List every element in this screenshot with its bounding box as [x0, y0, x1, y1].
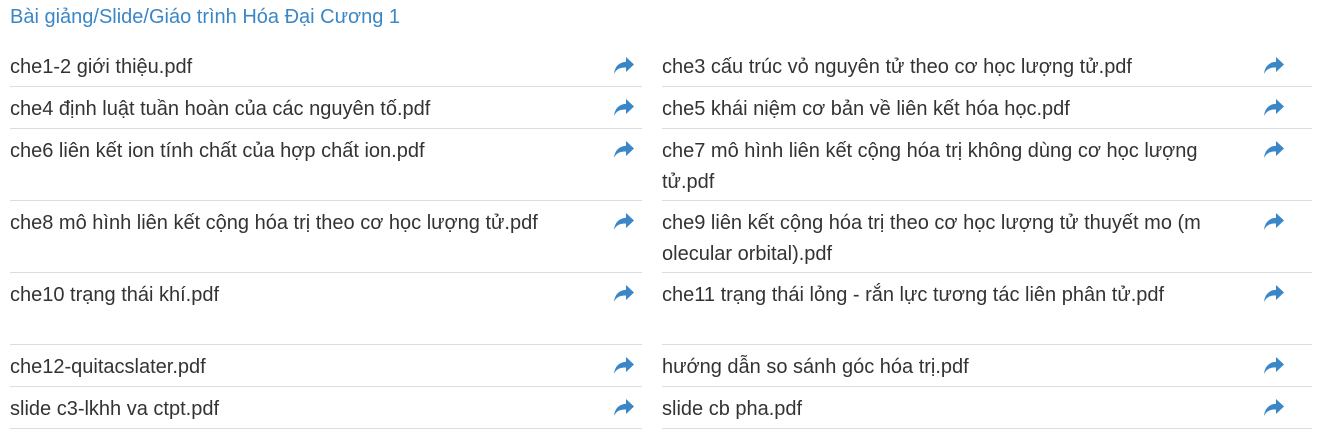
share-arrow-icon[interactable]	[612, 211, 636, 233]
share-arrow-icon[interactable]	[612, 55, 636, 77]
file-name-link[interactable]: slide c3-lkhh va ctpt.pdf	[10, 394, 555, 425]
file-row[interactable]: che1-2 giới thiệu.pdf	[10, 45, 642, 87]
file-list: che1-2 giới thiệu.pdf che3 cấu trúc vỏ ng…	[0, 0, 1322, 438]
file-row[interactable]: che11 trạng thái lỏng - rắn lực tương tá…	[662, 273, 1312, 345]
file-name-link[interactable]: che10 trạng thái khí.pdf	[10, 280, 555, 311]
file-name-link[interactable]: che7 mô hình liên kết cộng hóa trị không…	[662, 136, 1207, 198]
file-row[interactable]: che6 liên kết ion tính chất của hợp chất…	[10, 129, 642, 201]
file-row[interactable]: che12-quitacslater.pdf	[10, 345, 642, 387]
share-arrow-icon[interactable]	[1262, 55, 1286, 77]
file-name-link[interactable]: slide cb pha.pdf	[662, 394, 1207, 425]
file-row[interactable]: che5 khái niệm cơ bản về liên kết hóa họ…	[662, 87, 1312, 129]
share-arrow-icon[interactable]	[612, 283, 636, 305]
share-arrow-icon[interactable]	[1262, 397, 1286, 419]
file-row[interactable]: slide c3-lkhh va ctpt.pdf	[10, 387, 642, 429]
file-name-link[interactable]: che11 trạng thái lỏng - rắn lực tương tá…	[662, 280, 1207, 311]
share-arrow-icon[interactable]	[1262, 283, 1286, 305]
file-row[interactable]: che4 định luật tuần hoàn của các nguyên …	[10, 87, 642, 129]
file-name-link[interactable]: che8 mô hình liên kết cộng hóa trị theo …	[10, 208, 555, 239]
share-arrow-icon[interactable]	[612, 97, 636, 119]
share-arrow-icon[interactable]	[1262, 97, 1286, 119]
file-row[interactable]: che8 mô hình liên kết cộng hóa trị theo …	[10, 201, 642, 273]
file-name-link[interactable]: che12-quitacslater.pdf	[10, 352, 555, 383]
file-name-link[interactable]: hướng dẫn so sánh góc hóa trị.pdf	[662, 352, 1207, 383]
file-row[interactable]: che9 liên kết cộng hóa trị theo cơ học l…	[662, 201, 1312, 273]
file-row[interactable]: che7 mô hình liên kết cộng hóa trị không…	[662, 129, 1312, 201]
file-name-link[interactable]: che1-2 giới thiệu.pdf	[10, 52, 555, 83]
file-row[interactable]: slide cb pha.pdf	[662, 387, 1312, 429]
file-row[interactable]: che10 trạng thái khí.pdf	[10, 273, 642, 345]
file-name-link[interactable]: che6 liên kết ion tính chất của hợp chất…	[10, 136, 555, 167]
file-name-link[interactable]: che4 định luật tuần hoàn của các nguyên …	[10, 94, 555, 125]
file-row[interactable]: che3 cấu trúc vỏ nguyên tử theo cơ học l…	[662, 45, 1312, 87]
file-name-link[interactable]: che5 khái niệm cơ bản về liên kết hóa họ…	[662, 94, 1207, 125]
share-arrow-icon[interactable]	[1262, 211, 1286, 233]
share-arrow-icon[interactable]	[1262, 355, 1286, 377]
file-name-link[interactable]: che9 liên kết cộng hóa trị theo cơ học l…	[662, 208, 1207, 270]
share-arrow-icon[interactable]	[612, 139, 636, 161]
share-arrow-icon[interactable]	[612, 355, 636, 377]
file-row[interactable]: hướng dẫn so sánh góc hóa trị.pdf	[662, 345, 1312, 387]
file-name-link[interactable]: che3 cấu trúc vỏ nguyên tử theo cơ học l…	[662, 52, 1207, 83]
share-arrow-icon[interactable]	[1262, 139, 1286, 161]
share-arrow-icon[interactable]	[612, 397, 636, 419]
